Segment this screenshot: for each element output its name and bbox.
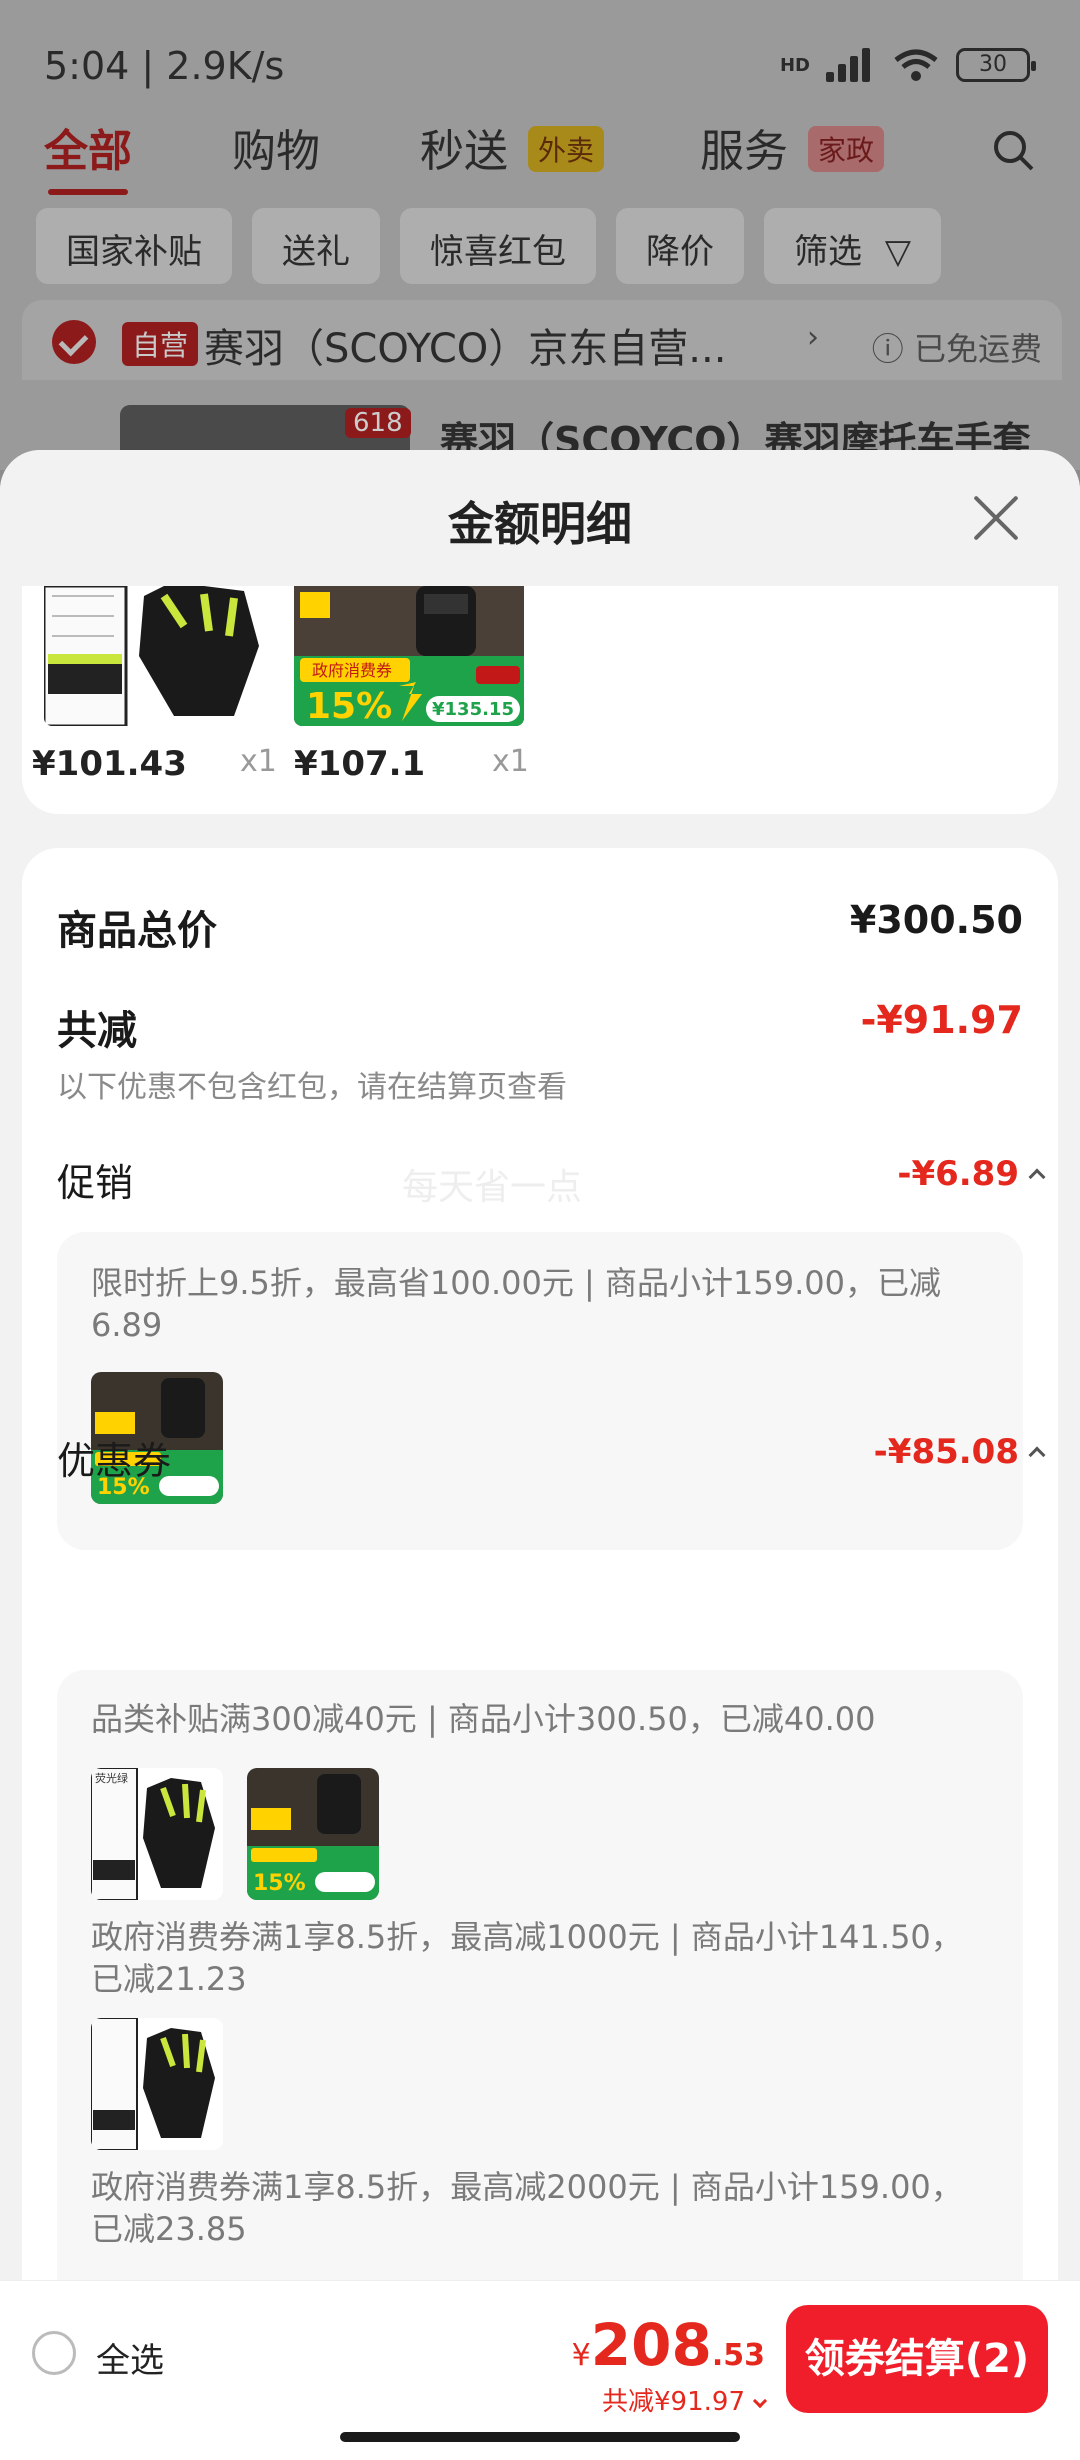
filter-chips: 国家补贴 送礼 惊喜红包 降价 筛选 ▽ [36, 208, 941, 284]
status-time: 5:04 | 2.9K/s [44, 44, 285, 88]
chevron-right-icon: › [807, 320, 819, 355]
filter-gift[interactable]: 送礼 [252, 208, 380, 284]
category-tabs: 全部 购物 秒送 外卖 服务 家政 [0, 115, 1080, 195]
status-bar: 5:04 | 2.9K/s HD 30 [0, 0, 1080, 130]
tab-instant-label: 秒送 [420, 126, 508, 177]
tab-shopping-label: 购物 [232, 126, 320, 177]
chevron-up-icon [1028, 1168, 1046, 1186]
store-row[interactable]: 自营 赛羽（SCOYCO）京东自营... › ⓘ 已免运费 [22, 300, 1062, 380]
tab-shopping[interactable]: 购物 [232, 115, 320, 179]
item-qty-1: x1 [240, 744, 277, 779]
glove-label-text: 荧光绿 [95, 1771, 128, 1785]
coupon-thumb-glove-1: 荧光绿 [91, 1768, 223, 1900]
currency-symbol: ¥ [571, 2338, 591, 2373]
active-tab-underline [48, 189, 128, 195]
sheet-header: 金额明细 [0, 450, 1080, 586]
free-shipping: ⓘ 已免运费 [872, 324, 1042, 370]
coupon-thumb-pump: 15% [247, 1768, 379, 1900]
chevron-up-icon [1028, 1446, 1046, 1464]
hd-label: HD [779, 54, 810, 76]
chevron-down-icon [752, 2393, 768, 2409]
item-image-pump: 政府消费券 15% ¥135.15 [294, 586, 524, 726]
signal-icon [826, 48, 876, 82]
select-all-label[interactable]: 全选 [96, 2333, 164, 2382]
watermark-text: 每天省一点 [402, 1167, 583, 1208]
tab-all[interactable]: 全部 [44, 115, 132, 195]
filter-national-subsidy[interactable]: 国家补贴 [36, 208, 232, 284]
total-price: ¥208.53 [572, 2311, 765, 2379]
info-icon: ⓘ [871, 330, 914, 368]
battery-icon: 30 [956, 48, 1036, 82]
home-indicator[interactable] [340, 2432, 740, 2442]
pump-pct-text: 15% [306, 686, 392, 726]
total-integer: 208 [590, 2311, 712, 2379]
free-shipping-label: 已免运费 [913, 330, 1042, 368]
store-name[interactable]: 赛羽（SCOYCO）京东自营... [204, 316, 726, 374]
promotion-label: 促销 [57, 1161, 134, 1205]
item-qty-2: x1 [492, 744, 529, 779]
discount-note: 以下优惠不包含红包，请在结算页查看 [57, 1070, 567, 1105]
sheet-title: 金额明细 [448, 497, 632, 551]
takeout-badge: 外卖 [528, 126, 605, 172]
total-price-value: ¥300.50 [849, 898, 1023, 942]
item-price-1: ¥101.43 [32, 744, 187, 784]
pump-banner-text: 政府消费券 [312, 661, 392, 680]
tab-service-label: 服务 [700, 126, 788, 177]
item-price-2: ¥107.1 [294, 744, 426, 784]
coupon-value: -¥85.08 [873, 1432, 1019, 1472]
housekeeping-badge: 家政 [808, 126, 885, 172]
total-discount-label: 共减¥91.97 [602, 2387, 745, 2417]
status-icons: HD 30 [779, 48, 1036, 82]
coupon-entry-1: 品类补贴满300减40元 | 商品小计300.50，已减40.00 [91, 1700, 876, 1738]
promotion-value: -¥6.89 [897, 1154, 1019, 1194]
background-page: 5:04 | 2.9K/s HD 30 全部 购物 秒送 外卖 服务 家政 国家… [0, 0, 1080, 475]
total-price-label: 商品总价 [57, 908, 217, 954]
coupon-entry-3: 政府消费券满1享8.5折，最高减2000元 | 商品小计159.00，已减23.… [91, 2168, 963, 2248]
pump-price-text: ¥135.15 [432, 699, 514, 720]
coupon-box: 品类补贴满300减40元 | 商品小计300.50，已减40.00 荧光绿 15… [57, 1670, 1023, 2310]
total-decimal: .53 [711, 2338, 765, 2373]
tab-instant[interactable]: 秒送 外卖 [420, 115, 605, 179]
filter-label: 筛选 [794, 232, 862, 272]
checkout-button[interactable]: 领券结算(2) [786, 2305, 1048, 2413]
close-icon[interactable] [972, 494, 1020, 542]
total-discount-toggle[interactable]: 共减¥91.97 [602, 2381, 768, 2418]
promotion-toggle[interactable]: -¥6.89 [897, 1154, 1046, 1194]
select-all-checkbox[interactable] [32, 2331, 76, 2375]
filter-button[interactable]: 筛选 ▽ [764, 208, 941, 284]
promotion-box: 限时折上9.5折，最高省100.00元 | 商品小计159.00，已减6.89 … [57, 1232, 1023, 1550]
coupon-label: 优惠券 [57, 1439, 172, 1483]
tab-service[interactable]: 服务 家政 [700, 115, 885, 179]
funnel-icon: ▽ [884, 232, 911, 272]
filter-red-packet[interactable]: 惊喜红包 [400, 208, 596, 284]
promotion-desc: 限时折上9.5折，最高省100.00元 | 商品小计159.00，已减6.89 [91, 1264, 941, 1344]
sale-tag: 618 [345, 408, 411, 438]
wifi-icon [894, 49, 938, 81]
discount-value: -¥91.97 [860, 998, 1023, 1042]
tab-all-label: 全部 [44, 126, 132, 177]
store-checkbox[interactable] [52, 320, 96, 364]
discount-label: 共减 [57, 1008, 137, 1054]
coupon-toggle[interactable]: -¥85.08 [873, 1432, 1046, 1472]
coupon-pct-text: 15% [253, 1871, 306, 1896]
coupon-entry-2: 政府消费券满1享8.5折，最高减1000元 | 商品小计141.50，已减21.… [91, 1918, 963, 1998]
search-icon[interactable] [992, 129, 1034, 171]
filter-price-drop[interactable]: 降价 [616, 208, 744, 284]
item-image-glove [44, 586, 270, 726]
coupon-thumb-glove-2 [91, 2018, 223, 2150]
items-card: ¥101.43 x1 政府消费券 15% ¥135.15 ¥107.1 x1 [22, 586, 1058, 814]
self-operated-badge: 自营 [122, 322, 199, 366]
